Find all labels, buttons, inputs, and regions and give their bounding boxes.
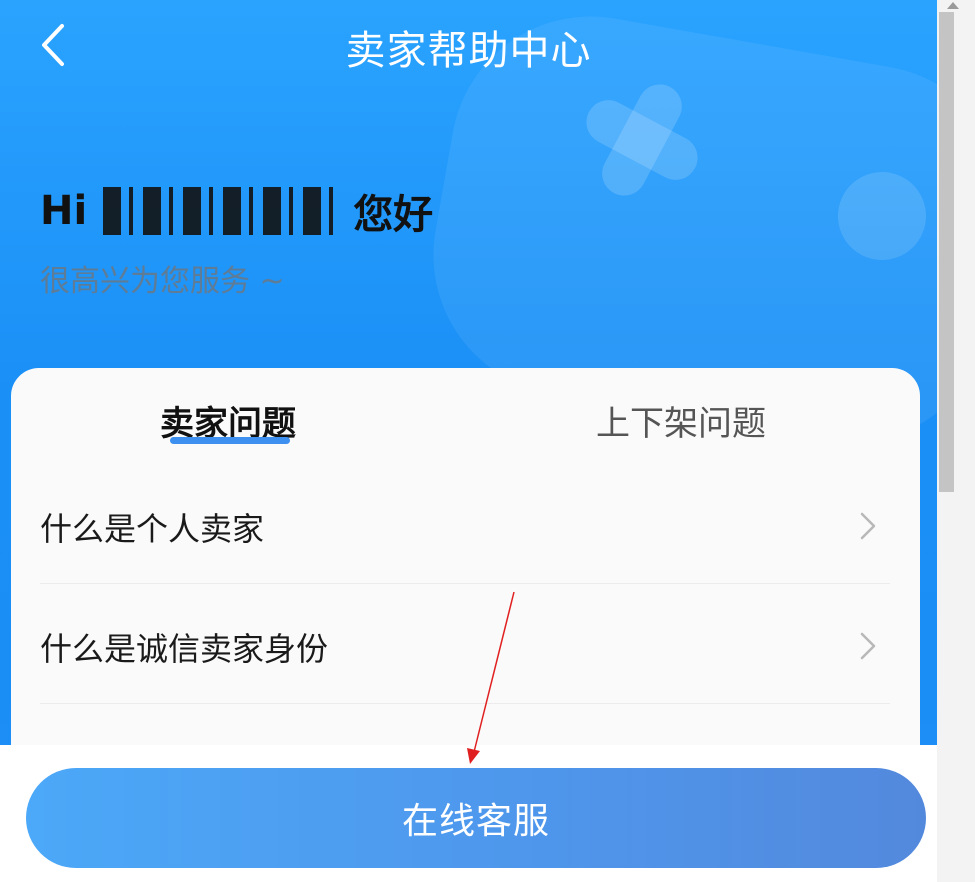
scrollbar-thumb[interactable] bbox=[939, 12, 954, 492]
greeting-prefix: Hi bbox=[40, 188, 88, 234]
online-customer-service-button[interactable]: 在线客服 bbox=[26, 768, 926, 868]
faq-item-personal-seller[interactable]: 什么是个人卖家 bbox=[40, 466, 890, 584]
chevron-right-icon bbox=[860, 512, 876, 540]
scrollbar[interactable] bbox=[937, 0, 975, 882]
greeting-subtitle: 很高兴为您服务 ~ bbox=[40, 264, 285, 299]
redacted-username bbox=[103, 187, 334, 235]
divider bbox=[40, 583, 890, 584]
page-title: 卖家帮助中心 bbox=[345, 28, 592, 74]
greeting: Hi 您好 bbox=[40, 182, 433, 240]
faq-item-label: 什么是诚信卖家身份 bbox=[40, 630, 329, 668]
tab-listing-questions[interactable]: 上下架问题 bbox=[596, 396, 766, 445]
button-decoration bbox=[838, 172, 926, 260]
divider bbox=[40, 703, 890, 704]
greeting-suffix: 您好 bbox=[353, 192, 434, 238]
scroll-up-arrow-icon[interactable] bbox=[947, 2, 959, 9]
active-tab-indicator bbox=[170, 437, 290, 444]
faq-item-trusted-seller[interactable]: 什么是诚信卖家身份 bbox=[40, 586, 890, 704]
chevron-right-icon bbox=[860, 632, 876, 660]
faq-item-label: 什么是个人卖家 bbox=[40, 510, 265, 548]
